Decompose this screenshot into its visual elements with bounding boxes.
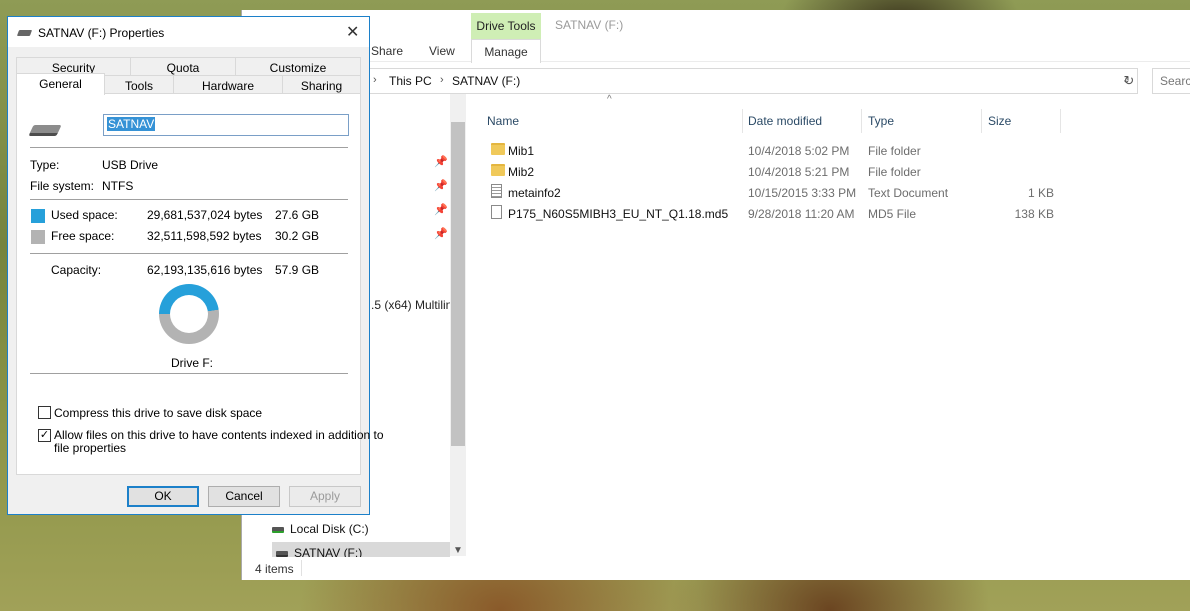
nav-item-local-disk[interactable]: Local Disk (C:) xyxy=(272,518,369,540)
window-title: SATNAV (F:) xyxy=(555,18,624,32)
apply-button[interactable]: Apply xyxy=(289,486,361,507)
compress-label[interactable]: Compress this drive to save disk space xyxy=(54,406,262,420)
used-space-gb: 27.6 GB xyxy=(275,208,320,222)
donut-hole xyxy=(170,295,208,333)
drive-letter-label: Drive F: xyxy=(171,356,213,370)
column-header-date[interactable]: Date modified xyxy=(748,114,822,128)
file-row-metainfo2[interactable]: metainfo2 10/15/2015 3:33 PM Text Docume… xyxy=(486,182,1066,203)
address-bar[interactable]: › This PC › SATNAV (F:) ⌄ xyxy=(242,68,1138,94)
file-row-mib2[interactable]: Mib2 10/4/2018 5:21 PM File folder xyxy=(486,161,1066,182)
index-label-line2[interactable]: file properties xyxy=(54,441,126,455)
status-bar: 4 items xyxy=(242,557,1190,580)
free-space-gb: 30.2 GB xyxy=(275,229,320,243)
tab-sharing[interactable]: Sharing xyxy=(282,75,361,95)
scrollbar-thumb[interactable] xyxy=(451,122,465,446)
refresh-icon[interactable]: ↻ xyxy=(1119,70,1139,92)
tab-general[interactable]: General xyxy=(16,73,105,95)
drive-icon xyxy=(16,30,33,36)
ribbon: Drive Tools SATNAV (F:) Share View Manag… xyxy=(242,10,1190,63)
free-space-swatch xyxy=(31,230,45,244)
usb-drive-icon xyxy=(28,125,62,136)
capacity-bytes: 62,193,135,616 bytes xyxy=(147,263,263,277)
divider xyxy=(30,373,348,374)
nav-item-partial[interactable]: .5 (x64) Multilin xyxy=(371,298,452,312)
file-explorer-window: Drive Tools SATNAV (F:) Share View Manag… xyxy=(241,10,1190,580)
pin-icon[interactable]: 📌 xyxy=(434,179,448,192)
scroll-down-icon[interactable]: ▼ xyxy=(453,545,463,556)
compress-checkbox[interactable] xyxy=(38,406,51,419)
tab-hardware[interactable]: Hardware xyxy=(173,75,283,95)
file-icon xyxy=(491,205,502,219)
index-label-line1[interactable]: Allow files on this drive to have conten… xyxy=(54,428,384,442)
ok-button[interactable]: OK xyxy=(127,486,199,507)
search-input[interactable]: Search xyxy=(1152,68,1190,94)
tab-customize[interactable]: Customize xyxy=(235,57,361,77)
breadcrumb-this-pc[interactable]: This PC xyxy=(389,74,432,88)
disk-usage-donut xyxy=(159,284,219,344)
file-row-mib1[interactable]: Mib1 10/4/2018 5:02 PM File folder xyxy=(486,140,1066,161)
search-placeholder: Search xyxy=(1160,74,1190,88)
status-divider xyxy=(301,560,302,576)
index-checkbox[interactable]: ✓ xyxy=(38,429,51,442)
used-space-swatch xyxy=(31,209,45,223)
cancel-button[interactable]: Cancel xyxy=(208,486,280,507)
free-space-label: Free space: xyxy=(51,229,115,243)
column-divider[interactable] xyxy=(1060,109,1061,133)
capacity-label: Capacity: xyxy=(51,263,102,277)
tab-quota[interactable]: Quota xyxy=(130,57,236,77)
column-divider[interactable] xyxy=(981,109,982,133)
properties-dialog: SATNAV (F:) Properties ✕ Security Quota … xyxy=(7,16,384,515)
tab-view[interactable]: View xyxy=(429,44,455,58)
sort-ascending-icon: ^ xyxy=(607,94,612,105)
dialog-title-bar[interactable]: SATNAV (F:) Properties ✕ xyxy=(8,17,369,47)
used-space-bytes: 29,681,537,024 bytes xyxy=(147,208,263,222)
pin-icon[interactable]: 📌 xyxy=(434,203,448,216)
text-document-icon xyxy=(491,184,502,198)
drive-icon xyxy=(276,550,288,557)
folder-icon xyxy=(491,164,505,176)
type-value: USB Drive xyxy=(102,158,159,172)
breadcrumb-chevron-icon: › xyxy=(373,74,377,86)
drive-tools-context-tab[interactable]: Drive Tools xyxy=(471,13,541,40)
tab-tools[interactable]: Tools xyxy=(104,75,174,95)
dialog-title: SATNAV (F:) Properties xyxy=(38,26,165,40)
breadcrumb-chevron-icon: › xyxy=(440,74,444,86)
column-divider[interactable] xyxy=(861,109,862,133)
column-header-name[interactable]: Name xyxy=(487,114,519,128)
free-space-bytes: 32,511,598,592 bytes xyxy=(147,229,262,243)
nav-scrollbar[interactable]: ▼ xyxy=(450,94,466,556)
drive-icon xyxy=(272,526,284,533)
column-header-type[interactable]: Type xyxy=(868,114,894,128)
column-divider[interactable] xyxy=(742,109,743,133)
file-row-md5[interactable]: P175_N60S5MIBH3_EU_NT_Q1.18.md5 9/28/201… xyxy=(486,203,1066,224)
file-system-value: NTFS xyxy=(102,179,134,193)
tab-manage[interactable]: Manage xyxy=(471,39,541,63)
item-count: 4 items xyxy=(255,562,294,576)
pin-icon[interactable]: 📌 xyxy=(434,155,448,168)
divider xyxy=(30,199,348,200)
file-system-label: File system: xyxy=(30,179,95,193)
used-space-label: Used space: xyxy=(51,208,118,222)
close-icon[interactable]: ✕ xyxy=(346,22,359,42)
tab-share[interactable]: Share xyxy=(371,44,403,58)
pin-icon[interactable]: 📌 xyxy=(434,227,448,240)
breadcrumb-satnav[interactable]: SATNAV (F:) xyxy=(452,74,520,88)
type-label: Type: xyxy=(30,158,60,172)
general-tab-panel: SATNAV Type: USB Drive File system: NTFS… xyxy=(16,93,384,475)
column-header-size[interactable]: Size xyxy=(988,114,1011,128)
file-list: ^ Name Date modified Type Size Mib1 10/4… xyxy=(466,94,1190,557)
drive-name-field[interactable]: SATNAV xyxy=(103,114,349,136)
folder-icon xyxy=(491,143,505,155)
capacity-gb: 57.9 GB xyxy=(275,263,320,277)
divider xyxy=(30,253,348,254)
divider xyxy=(30,147,348,148)
